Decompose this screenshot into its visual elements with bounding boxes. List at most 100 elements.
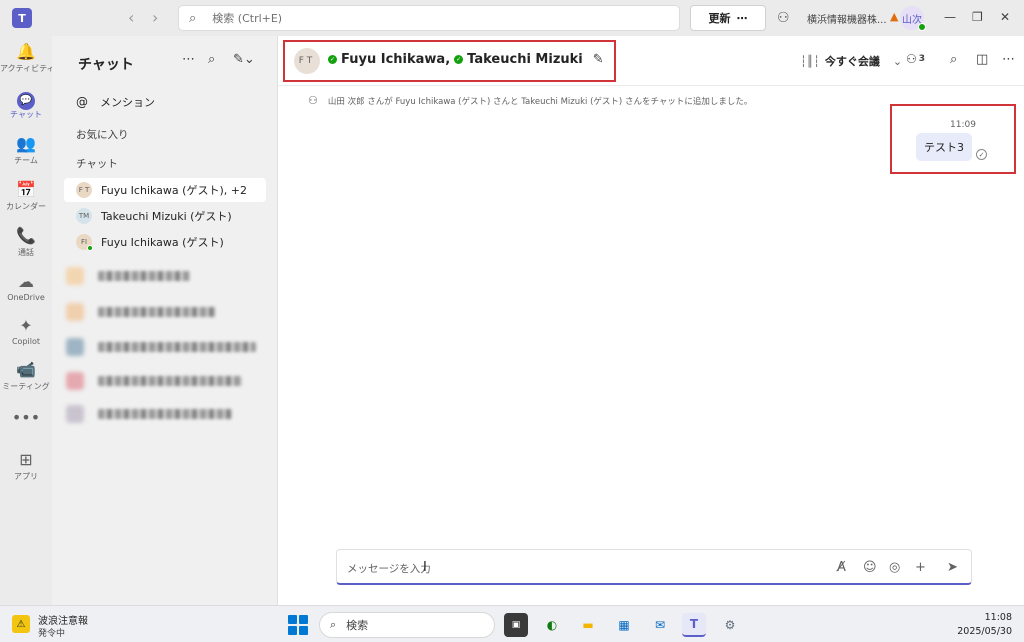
search-icon: ⌕	[330, 618, 337, 631]
rail-item-add-app[interactable]: ⊞ アプリ	[0, 450, 52, 482]
rail-item-cloud[interactable]: ☁ OneDrive	[0, 272, 52, 302]
redacted-chat-item[interactable]	[66, 403, 232, 425]
chat-list-pane: チャット ⋯ ⌕ ✎⌄ @ メンション お気に入り チャット F T Fuyu …	[52, 36, 278, 605]
avatar	[66, 338, 84, 356]
restore-icon[interactable]: ❐	[972, 10, 983, 24]
warning-icon: ▲	[890, 10, 899, 23]
avatar[interactable]: 山次	[900, 6, 926, 31]
meet-now-label: 今すぐ会議	[824, 55, 880, 68]
edge-browser-icon[interactable]: ◐	[540, 613, 564, 637]
weather-title[interactable]: 波浪注意報	[38, 612, 88, 627]
rail-item-copilot[interactable]: ✦ Copilot	[0, 316, 52, 346]
store-icon[interactable]: ▦	[612, 613, 636, 637]
send-icon[interactable]: ➤	[947, 560, 958, 575]
group-avatar[interactable]: FT	[294, 48, 320, 74]
participants-count: 3	[918, 54, 926, 64]
chat-name: Fuyu Ichikawa (ゲスト), +2	[101, 184, 247, 197]
more-options-icon[interactable]: ⋯	[1002, 52, 1015, 67]
teams-logo-icon: T	[12, 8, 32, 28]
format-icon[interactable]: A̸	[837, 560, 846, 575]
message-text: テスト3	[924, 141, 964, 154]
rail-label: アプリ	[14, 472, 38, 481]
org-name[interactable]: 横浜情報機器株...	[807, 11, 887, 26]
rail-item-video[interactable]: 📹 ミーティング	[0, 360, 52, 392]
meet-now-button[interactable]: ┆║┆ 今すぐ会議 ⌄	[800, 53, 902, 69]
task-view-icon[interactable]: ▣	[504, 613, 528, 637]
forward-arrow-icon[interactable]: ›	[152, 8, 158, 27]
rail-label: 通話	[18, 248, 34, 257]
redacted-chat-item[interactable]	[66, 370, 242, 392]
rail-item-calendar[interactable]: 📅 カレンダー	[0, 180, 52, 212]
update-label: 更新	[708, 12, 731, 25]
audio-wave-icon: ┆║┆	[800, 54, 820, 68]
people-settings-icon[interactable]: ⚇	[777, 10, 790, 26]
system-clock[interactable]: 11:08 2025/05/30	[957, 611, 1012, 639]
teams-app-icon[interactable]: T	[682, 613, 706, 637]
global-search-input[interactable]: ⌕ 検索 (Ctrl+E)	[178, 5, 680, 31]
file-explorer-icon[interactable]: ▬	[576, 613, 600, 637]
loop-icon[interactable]: ◎	[889, 560, 900, 575]
taskbar-search-label: 検索	[346, 619, 369, 632]
rail-item-more[interactable]: •••	[0, 408, 52, 428]
close-icon[interactable]: ✕	[1000, 10, 1010, 24]
rail-item-phone[interactable]: 📞 通話	[0, 226, 52, 258]
system-message: ⚇ 山田 次郎 さんが Fuyu Ichikawa (ゲスト) さんと Take…	[308, 94, 752, 107]
chat-name: Takeuchi Mizuki (ゲスト)	[101, 210, 232, 223]
new-chat-icon[interactable]: ✎⌄	[233, 52, 255, 67]
list-item[interactable]: TM Takeuchi Mizuki (ゲスト)	[64, 204, 266, 228]
phone-icon: 📞	[16, 226, 36, 245]
chevron-down-icon[interactable]: ⌄	[893, 55, 902, 68]
edit-pencil-icon[interactable]: ✎	[593, 52, 604, 67]
avatar-initials: FT	[298, 56, 316, 66]
taskbar-search-input[interactable]: ⌕ 検索	[319, 612, 495, 638]
mentions-label: メンション	[100, 96, 155, 109]
search-icon[interactable]: ⌕	[950, 52, 957, 67]
name-separator: ,	[445, 52, 451, 67]
favorites-section[interactable]: お気に入り	[64, 122, 266, 146]
search-placeholder: 検索 (Ctrl+E)	[212, 12, 283, 25]
side-panel-icon[interactable]: ◫	[976, 52, 988, 67]
list-item[interactable]: FI Fuyu Ichikawa (ゲスト)	[64, 230, 266, 254]
weather-warning-icon[interactable]: ⚠	[12, 615, 30, 633]
settings-gear-icon[interactable]: ⚙	[718, 613, 742, 637]
redacted-chat-item[interactable]	[66, 265, 190, 287]
rail-item-bell[interactable]: 🔔 アクティビティ	[0, 42, 55, 74]
chat-icon: 💬	[17, 92, 35, 110]
more-icon: •••	[11, 408, 41, 427]
avatar	[66, 372, 84, 390]
more-options-icon[interactable]: ⋯	[182, 52, 195, 67]
mentions-item[interactable]: @ メンション	[64, 90, 266, 114]
presence-available-icon: ✓	[328, 55, 337, 64]
add-app-icon: ⊞	[19, 450, 33, 469]
back-arrow-icon[interactable]: ‹	[128, 8, 134, 27]
text-cursor-icon: I	[423, 560, 427, 575]
rail-item-chat[interactable]: 💬 チャット	[0, 88, 52, 120]
message-compose-box[interactable]: メッセージを入力 I A̸ ☺ ◎ + ➤	[336, 549, 972, 585]
member-name: Fuyu Ichikawa	[341, 52, 446, 67]
rail-label: チャット	[10, 110, 42, 119]
message-timestamp: 11:09	[950, 120, 976, 130]
redacted-chat-item[interactable]	[66, 336, 256, 358]
search-icon[interactable]: ⌕	[208, 52, 215, 67]
chat-header: FT ✓ Fuyu Ichikawa , ✓ Takeuchi Mizuki ✎…	[278, 36, 1024, 86]
avatar	[66, 405, 84, 423]
update-button[interactable]: 更新 ⋯	[690, 5, 766, 31]
message-bubble[interactable]: テスト3	[916, 133, 972, 161]
teams-icon: 👥	[16, 134, 36, 153]
emoji-icon[interactable]: ☺	[863, 560, 877, 575]
weather-subtitle: 発令中	[38, 629, 66, 639]
redacted-chat-item[interactable]	[66, 301, 216, 323]
video-icon: 📹	[16, 360, 36, 379]
chat-title[interactable]: ✓ Fuyu Ichikawa , ✓ Takeuchi Mizuki ✎	[328, 52, 604, 67]
windows-start-icon[interactable]	[288, 615, 308, 635]
chats-section[interactable]: チャット	[64, 151, 266, 175]
presence-available-icon	[918, 23, 926, 31]
list-item[interactable]: F T Fuyu Ichikawa (ゲスト), +2	[64, 178, 266, 202]
minimize-icon[interactable]: —	[944, 10, 956, 24]
add-attach-icon[interactable]: +	[915, 560, 926, 575]
participants-button[interactable]: ⚇ 3	[906, 52, 925, 66]
add-person-icon: ⚇	[308, 94, 318, 107]
outlook-icon[interactable]: ✉	[648, 613, 672, 637]
member-name: Takeuchi Mizuki	[467, 52, 583, 67]
rail-item-teams[interactable]: 👥 チーム	[0, 134, 52, 166]
